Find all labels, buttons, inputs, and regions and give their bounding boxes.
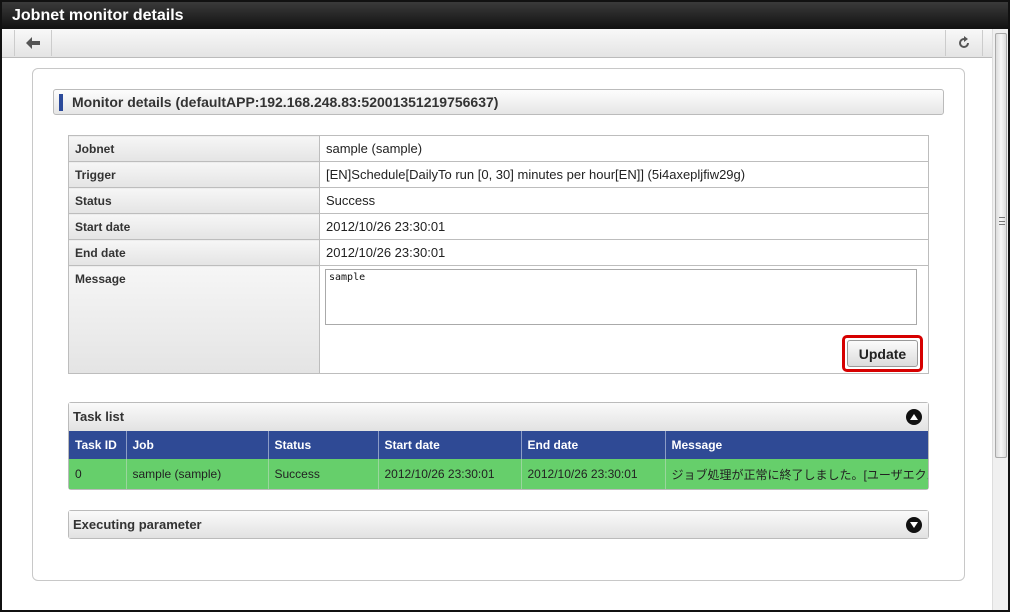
start-date-label: Start date — [68, 213, 320, 240]
arrow-left-icon — [26, 37, 40, 49]
column-header-message[interactable]: Message — [665, 431, 928, 459]
cell-start-date: 2012/10/26 23:30:01 — [378, 459, 522, 489]
task-table: Task ID Job Status Start date End date M… — [69, 431, 928, 489]
cell-job: sample (sample) — [126, 459, 269, 489]
column-header-start-date[interactable]: Start date — [378, 431, 522, 459]
message-textarea[interactable]: sample — [325, 269, 917, 325]
details-row-message: Message sample — [68, 265, 929, 374]
details-row-end-date: End date 2012/10/26 23:30:01 — [68, 239, 929, 266]
back-button[interactable] — [14, 30, 52, 56]
cell-end-date: 2012/10/26 23:30:01 — [521, 459, 666, 489]
column-header-task-id[interactable]: Task ID — [69, 431, 127, 459]
scrollbar-thumb[interactable] — [995, 33, 1007, 458]
executing-parameter-section: Executing parameter — [68, 510, 929, 539]
status-label: Status — [68, 187, 320, 214]
jobnet-label: Jobnet — [68, 135, 320, 162]
start-date-value: 2012/10/26 23:30:01 — [319, 213, 929, 240]
details-row-start-date: Start date 2012/10/26 23:30:01 — [68, 213, 929, 240]
refresh-button[interactable] — [945, 30, 983, 56]
refresh-icon — [959, 36, 969, 48]
details-row-trigger: Trigger [EN]Schedule[DailyTo run [0, 30]… — [68, 161, 929, 188]
expand-down-icon[interactable] — [906, 517, 922, 533]
details-row-status: Status Success — [68, 187, 929, 214]
trigger-label: Trigger — [68, 161, 320, 188]
column-header-status[interactable]: Status — [268, 431, 379, 459]
end-date-value: 2012/10/26 23:30:01 — [319, 239, 929, 266]
toolbar — [2, 29, 992, 58]
window-title: Jobnet monitor details — [2, 2, 1008, 29]
collapse-up-icon[interactable] — [906, 409, 922, 425]
column-header-job[interactable]: Job — [126, 431, 269, 459]
vertical-scrollbar[interactable] — [992, 29, 1008, 610]
status-value: Success — [319, 187, 929, 214]
update-button-highlight: Update — [842, 335, 923, 372]
column-header-end-date[interactable]: End date — [521, 431, 666, 459]
trigger-value: [EN]Schedule[DailyTo run [0, 30] minutes… — [319, 161, 929, 188]
message-label: Message — [68, 265, 320, 374]
browser-window: Jobnet monitor details Monitor details (… — [0, 0, 1010, 612]
details-row-jobnet: Jobnet sample (sample) — [68, 135, 929, 162]
end-date-label: End date — [68, 239, 320, 266]
table-row[interactable]: 0 sample (sample) Success 2012/10/26 23:… — [69, 459, 928, 489]
update-button[interactable]: Update — [847, 340, 918, 367]
task-table-header-row: Task ID Job Status Start date End date M… — [69, 431, 928, 459]
task-list-header[interactable]: Task list — [69, 403, 928, 431]
task-list-section: Task list Task ID Job Status Start date … — [68, 402, 929, 490]
message-cell: sample — [319, 265, 929, 374]
details-table: Jobnet sample (sample) Trigger [EN]Sched… — [68, 135, 929, 374]
jobnet-value: sample (sample) — [319, 135, 929, 162]
section-title: Monitor details (defaultAPP:192.168.248.… — [53, 89, 944, 115]
grip-icon — [999, 217, 1005, 225]
task-list-title: Task list — [73, 409, 125, 424]
executing-parameter-title: Executing parameter — [73, 517, 202, 532]
executing-parameter-header[interactable]: Executing parameter — [69, 511, 928, 538]
cell-message: ジョブ処理が正常に終了しました。[ユーザエクスポ・ — [665, 459, 928, 489]
cell-task-id: 0 — [69, 459, 127, 489]
cell-status: Success — [268, 459, 379, 489]
